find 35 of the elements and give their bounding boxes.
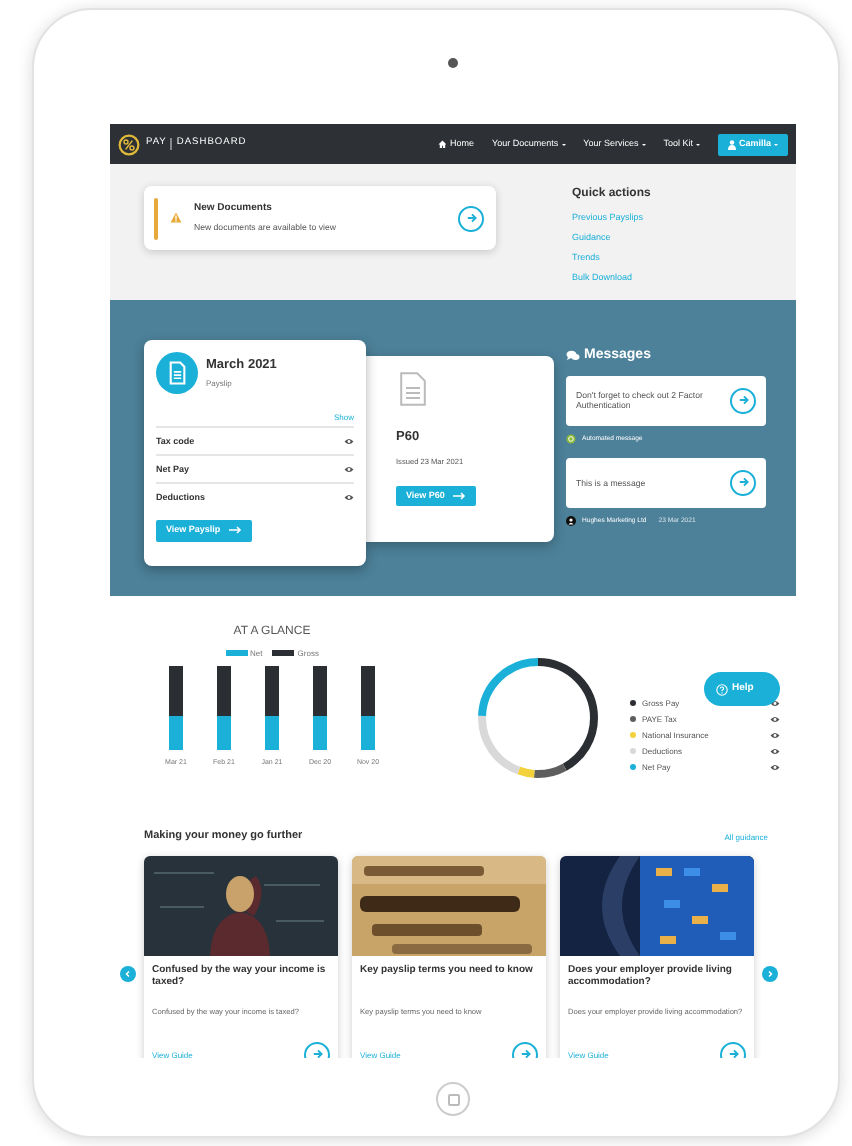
- camera-dot: [448, 58, 458, 68]
- eye-icon[interactable]: [770, 763, 780, 771]
- arrow-icon: [737, 394, 749, 407]
- eye-icon[interactable]: [344, 437, 354, 445]
- document-icon: [156, 352, 198, 394]
- warning-icon: [170, 212, 182, 224]
- arrow-icon: [519, 1048, 531, 1058]
- next-button[interactable]: [762, 965, 778, 982]
- arrow-icon: [465, 212, 477, 224]
- open-button[interactable]: [730, 469, 756, 496]
- user-avatar-icon: [566, 515, 576, 526]
- chat-icon: [566, 350, 580, 363]
- arrow-icon: [228, 526, 243, 535]
- accent-bar: [154, 197, 158, 239]
- previous-button[interactable]: [120, 965, 136, 982]
- arrow-icon: [737, 476, 749, 489]
- eye-icon[interactable]: [344, 465, 354, 473]
- open-button[interactable]: [458, 205, 484, 231]
- logo-icon: [118, 133, 140, 155]
- chevron-left-icon: [124, 969, 132, 978]
- chevron-right-icon: [766, 969, 774, 978]
- eye-icon[interactable]: [770, 731, 780, 739]
- arrow-icon: [311, 1048, 323, 1058]
- home-button[interactable]: [436, 1082, 470, 1116]
- home-icon: [437, 139, 447, 149]
- eye-icon[interactable]: [344, 493, 354, 501]
- help-icon: [716, 683, 728, 695]
- person-icon: [727, 139, 736, 149]
- arrow-icon: [452, 492, 467, 501]
- donut-chart-drawing: [474, 654, 602, 782]
- document-icon: [400, 372, 426, 406]
- arrow-icon: [727, 1048, 739, 1058]
- eye-icon[interactable]: [770, 747, 780, 755]
- open-button[interactable]: [730, 387, 756, 414]
- eye-icon[interactable]: [770, 715, 780, 723]
